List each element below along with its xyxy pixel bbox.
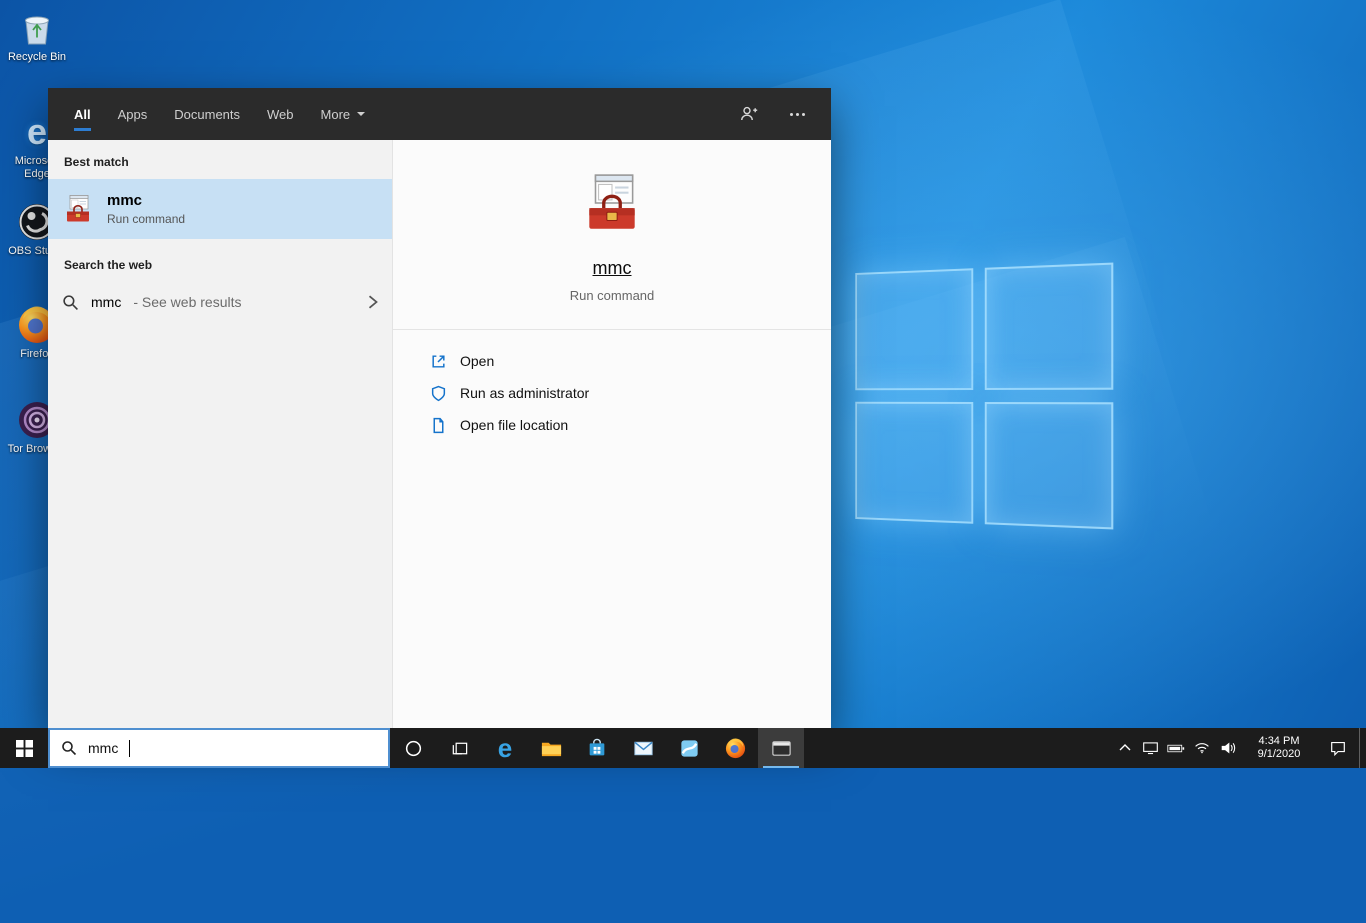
task-view-button[interactable] [436,728,482,768]
taskbar-app-firefox[interactable] [712,728,758,768]
action-label: Open [460,353,495,369]
action-run-as-administrator[interactable]: Run as administrator [430,377,831,409]
taskbar-app-mail[interactable] [620,728,666,768]
taskbar-app-terminal-active[interactable] [758,728,804,768]
action-label: Run as administrator [460,385,590,401]
taskbar-clock[interactable]: 4:34 PM 9/1/2020 [1241,735,1317,761]
action-label: Open file location [460,417,569,433]
windows-logo-pane [984,402,1114,530]
search-icon [63,294,78,310]
start-search-flyout: All Apps Documents Web More Best match m… [48,88,831,728]
result-title: mmc [107,192,143,209]
windows-logo-pane [855,401,974,524]
firefox-icon [725,737,745,758]
desktop-icon-recycle-bin[interactable]: Recycle Bin [2,8,72,64]
tab-apps[interactable]: Apps [118,88,148,140]
result-subtitle: Run command [107,212,186,226]
search-results-body: Best match mmc Run command Search the we… [48,140,831,728]
mmc-toolbox-icon [67,195,89,222]
more-options-icon[interactable] [787,104,807,124]
windows-logo [855,262,1114,530]
section-best-match: Best match [64,155,129,169]
recycle-bin-icon [25,16,49,45]
taskbar-app-store[interactable] [574,728,620,768]
ellipsis-icon [789,112,805,116]
cortana-button[interactable] [390,728,436,768]
edge-icon: e [497,733,513,763]
file-explorer-icon [541,742,561,756]
terminal-window-icon [771,740,791,756]
search-results-list: Best match mmc Run command Search the we… [48,140,392,728]
tab-label: Web [267,106,294,122]
result-preview-pane: mmc Run command Open Run as administrato… [392,140,831,728]
windows-start-icon [15,739,33,757]
desktop-icon-label: Recycle Bin [7,51,67,63]
taskbar-search-input[interactable]: mmc [48,728,390,768]
tray-display-button[interactable] [1137,728,1163,768]
battery-icon [1167,744,1185,752]
system-tray: 4:34 PM 9/1/2020 [1113,728,1366,768]
microsoft-store-icon [589,738,605,756]
tab-label: More [320,106,351,122]
tab-label: Apps [117,106,148,122]
volume-icon [1221,742,1235,754]
mail-icon [633,741,653,755]
task-view-icon [452,742,467,754]
search-filter-tabs: All Apps Documents Web More [74,88,366,140]
preview-subtitle: Run command [569,288,655,303]
taskbar-app-file-explorer[interactable] [528,728,574,768]
tray-volume-button[interactable] [1215,728,1241,768]
search-filter-bar: All Apps Documents Web More [48,88,831,140]
result-text: mmc Run command [107,192,185,226]
open-icon [432,354,445,368]
tray-network-button[interactable] [1189,728,1215,768]
show-desktop-button[interactable] [1359,728,1366,768]
section-search-web: Search the web [64,258,153,272]
chevron-right-icon[interactable] [368,295,378,309]
windows-logo-pane [855,268,974,391]
result-web-mmc[interactable]: mmc - See web results [48,282,392,322]
tab-documents[interactable]: Documents [174,88,240,140]
display-icon [1142,742,1158,755]
action-center-button[interactable] [1317,728,1359,768]
search-icon [62,741,77,756]
clock-date: 9/1/2020 [1257,748,1301,760]
preview-title[interactable]: mmc [593,258,632,279]
search-header-actions [739,104,807,124]
web-query: mmc [91,294,122,310]
hidden-icons-button[interactable] [1113,728,1137,768]
windows-logo-pane [984,262,1114,390]
chevron-up-icon [1119,744,1131,751]
network-wifi-icon [1195,743,1209,754]
tab-all[interactable]: All [74,88,91,140]
web-suffix: - See web results [133,294,242,310]
tray-battery-button[interactable] [1163,728,1189,768]
account-icon[interactable] [739,104,759,124]
taskbar: mmc e 4:34 PM 9/1/2020 [0,728,1366,768]
action-center-icon [1331,742,1345,757]
action-open-file-location[interactable]: Open file location [430,409,831,441]
taskbar-app-edge[interactable]: e [482,728,528,768]
taskbar-app-blue[interactable] [666,728,712,768]
action-open[interactable]: Open [430,345,831,377]
admin-shield-icon [431,385,446,401]
chevron-down-icon [357,112,366,120]
tab-web[interactable]: Web [267,88,294,140]
file-location-icon [433,417,444,433]
search-input-value: mmc [88,740,119,756]
result-best-match-mmc[interactable]: mmc Run command [48,179,392,239]
tab-label: Documents [174,106,241,122]
text-caret [129,739,131,757]
mmc-toolbox-icon-large [589,174,635,229]
blue-app-icon [680,739,698,757]
tab-label: All [74,106,91,122]
start-button[interactable] [0,728,48,768]
clock-time: 4:34 PM [1258,735,1300,747]
cortana-icon [405,740,421,756]
preview-actions: Open Run as administrator Open file loca… [393,330,831,441]
tab-more[interactable]: More [321,88,366,140]
